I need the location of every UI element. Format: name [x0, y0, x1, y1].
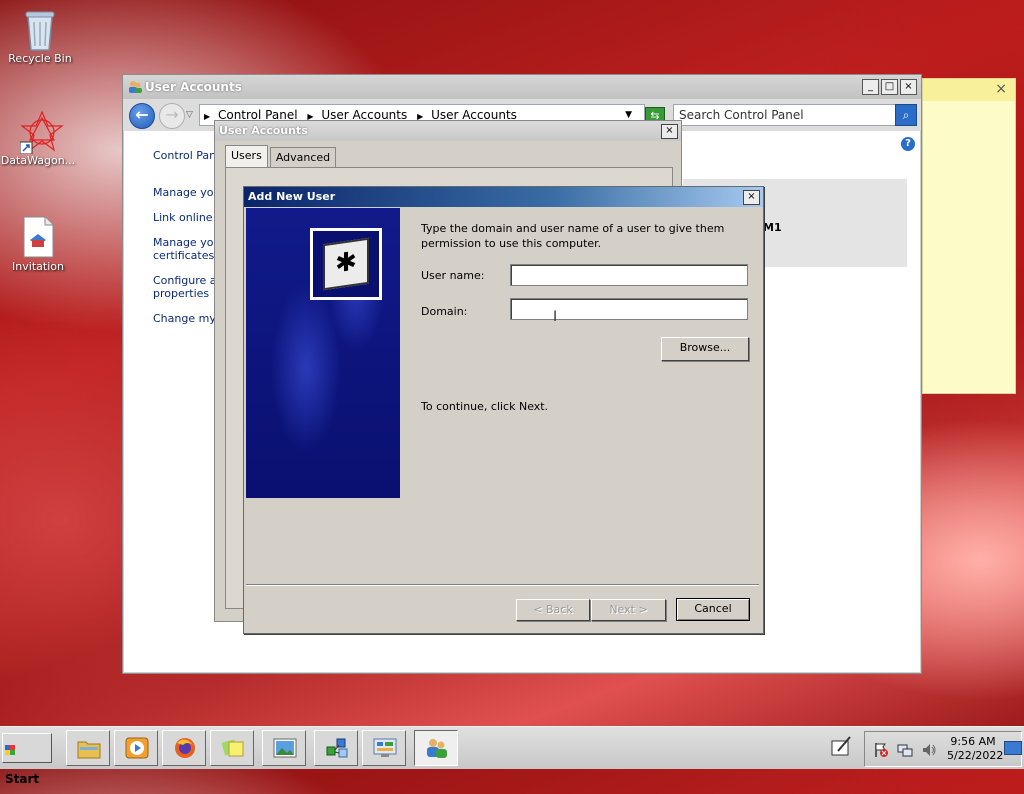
start-button[interactable]: Start: [2, 733, 52, 786]
speaker-icon[interactable]: [921, 742, 937, 758]
user-accounts-icon: [427, 739, 447, 758]
cancel-button[interactable]: Cancel: [676, 598, 750, 621]
control-panel-icon: [373, 738, 397, 757]
maximize-button[interactable]: □: [881, 79, 898, 95]
next-button[interactable]: Next >: [591, 599, 666, 621]
dialog-title: User Accounts: [219, 124, 308, 137]
add-new-user-dialog: Add New User × ✱ Type the domain and use…: [243, 186, 764, 634]
close-button[interactable]: ×: [900, 79, 917, 95]
firefox-icon: [175, 738, 195, 758]
network-icon: [326, 738, 348, 758]
photo-viewer-icon: [273, 738, 297, 758]
action-center-flag-icon[interactable]: [873, 742, 889, 758]
media-player-icon: [125, 737, 149, 759]
taskbar-network-tool[interactable]: [314, 730, 358, 766]
desktop-icon-label: Recycle Bin: [8, 52, 72, 65]
search-button[interactable]: ⌕: [895, 104, 917, 126]
recycle-bin-icon: [22, 8, 58, 51]
taskbar-explorer[interactable]: [66, 730, 110, 766]
show-desktop-button[interactable]: [1004, 741, 1022, 755]
desktop-icon-label: Invitation: [12, 260, 64, 273]
account-info-text: M1: [763, 221, 782, 234]
arrow-left-icon: ←: [135, 105, 149, 124]
back-button[interactable]: < Back: [516, 599, 590, 621]
close-button[interactable]: ×: [743, 190, 760, 205]
minimize-button[interactable]: _: [862, 79, 879, 95]
text-cursor-icon: I: [553, 309, 558, 325]
domain-label: Domain:: [421, 305, 468, 318]
taskbar-firefox[interactable]: [162, 730, 206, 766]
wizard-banner-image: ✱: [246, 208, 400, 498]
sidebar-link-text: certificates: [153, 249, 215, 262]
search-icon: ⌕: [902, 108, 910, 122]
close-button[interactable]: ×: [661, 124, 678, 139]
desktop-icon-recycle-bin[interactable]: Recycle Bin: [0, 8, 80, 65]
sticky-notes-icon: [221, 739, 244, 757]
window-title: User Accounts: [145, 80, 242, 94]
system-tray: 9:56 AM 5/22/2022: [864, 731, 1022, 767]
forward-button[interactable]: →: [159, 103, 185, 129]
sidebar-link-text: properties: [153, 287, 210, 300]
recent-pages-dropdown[interactable]: ▽: [186, 110, 193, 120]
dialog-title-bar[interactable]: Add New User ×: [244, 187, 763, 207]
clock-date: 5/22/2022: [947, 749, 1004, 762]
taskbar-media-player[interactable]: [114, 730, 158, 766]
desktop-icon-invitation[interactable]: Invitation: [0, 216, 78, 273]
username-label: User name:: [421, 269, 485, 282]
taskbar-control-panel[interactable]: [362, 730, 406, 766]
tab-advanced[interactable]: Advanced: [269, 147, 337, 168]
folder-icon: [77, 741, 101, 759]
domain-input[interactable]: [510, 298, 748, 320]
clock[interactable]: 9:56 AM 5/22/2022: [947, 735, 1004, 763]
username-input[interactable]: [510, 264, 748, 286]
sticky-note-close-button[interactable]: ×: [995, 81, 1007, 97]
divider: [246, 584, 759, 586]
desktop-icon-datawagon[interactable]: DataWagon...: [0, 110, 78, 167]
tab-users[interactable]: Users: [225, 145, 268, 168]
tray-notes-icon[interactable]: [830, 735, 852, 757]
clock-time: 9:56 AM: [950, 735, 996, 748]
search-input[interactable]: Search Control Panel: [673, 104, 898, 126]
windows-logo-icon: [5, 744, 15, 755]
key-icon: ✱: [310, 228, 382, 300]
start-label: Start: [5, 772, 40, 786]
window-title-bar[interactable]: User Accounts _ □ ×: [123, 75, 921, 99]
wizard-instructions: Type the domain and user name of a user …: [421, 222, 725, 250]
taskbar-photo-viewer[interactable]: [262, 730, 306, 766]
back-button[interactable]: ←: [129, 103, 155, 129]
taskbar-user-accounts[interactable]: [414, 730, 458, 766]
help-icon[interactable]: ?: [901, 137, 915, 151]
tab-bar: Users Advanced: [225, 145, 338, 168]
sidebar-link-text: Configure ad: [153, 274, 224, 287]
chevron-right-icon: ▶: [204, 112, 211, 121]
arrow-right-icon: →: [165, 105, 179, 124]
browse-button[interactable]: Browse...: [661, 337, 749, 361]
network-tray-icon[interactable]: [897, 742, 913, 758]
continue-hint: To continue, click Next.: [421, 400, 549, 413]
datawagon-icon: [19, 110, 64, 155]
dialog-title: Add New User: [248, 190, 336, 203]
user-accounts-icon: [129, 81, 142, 93]
dialog-title-bar[interactable]: User Accounts ×: [215, 121, 681, 141]
desktop-icon-label: DataWagon...: [0, 154, 76, 167]
taskbar-sticky-notes[interactable]: [210, 730, 254, 766]
sticky-note[interactable]: ×: [922, 78, 1016, 394]
document-icon: [20, 216, 56, 258]
taskbar: Start 9:56 AM 5/22/2022: [0, 726, 1024, 786]
